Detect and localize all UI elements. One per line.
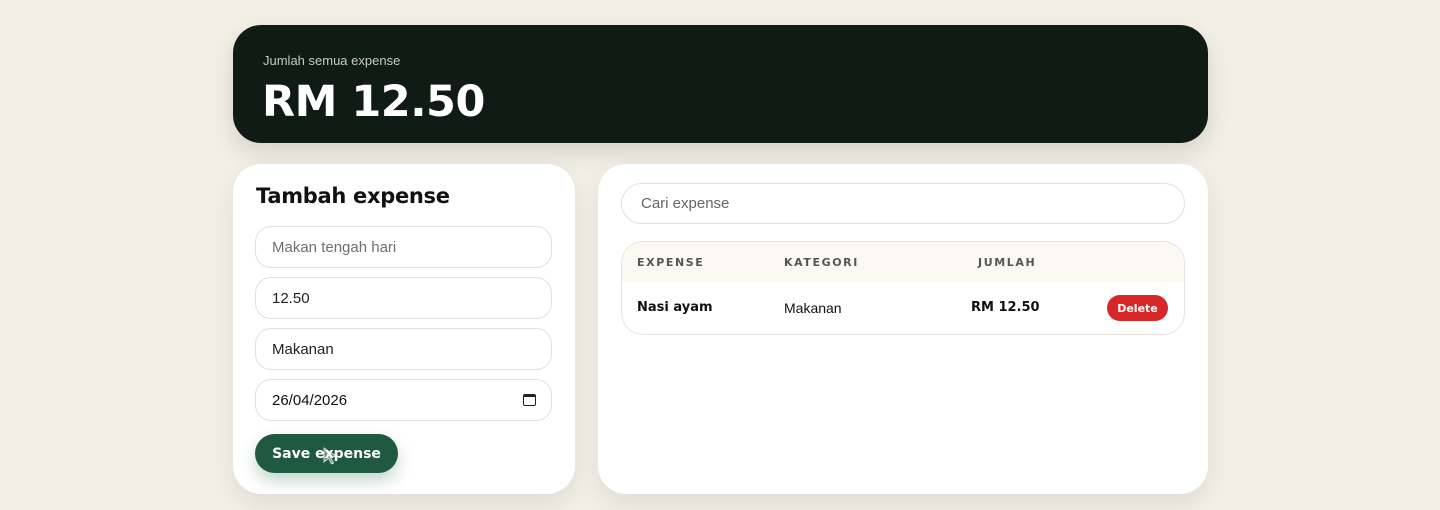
- column-header-kategori: KATEGORI: [784, 256, 859, 269]
- column-header-jumlah: JUMLAH: [978, 256, 1037, 269]
- column-header-expense: EXPENSE: [637, 256, 705, 269]
- total-amount: RM 12.50: [262, 77, 485, 127]
- expense-category-input[interactable]: [255, 328, 552, 370]
- table-header: EXPENSE KATEGORI JUMLAH: [622, 242, 1184, 282]
- expense-amount-input[interactable]: [255, 277, 552, 319]
- expense-name-cell: Nasi ayam: [637, 300, 713, 315]
- expense-date-input[interactable]: 26/04/2026: [255, 379, 552, 421]
- add-expense-card: Tambah expense 26/04/2026 Save expense: [233, 164, 575, 494]
- calendar-icon[interactable]: [523, 394, 536, 406]
- form-title: Tambah expense: [256, 184, 450, 208]
- total-label: Jumlah semua expense: [263, 53, 401, 68]
- expense-list-card: EXPENSE KATEGORI JUMLAH Nasi ayam Makana…: [598, 164, 1208, 494]
- expense-amount-cell: RM 12.50: [971, 300, 1040, 315]
- search-input[interactable]: [621, 183, 1185, 224]
- save-expense-button[interactable]: Save expense: [255, 434, 398, 473]
- date-value: 26/04/2026: [272, 391, 348, 409]
- expense-category-cell: Makanan: [784, 300, 842, 316]
- table-row: Nasi ayam Makanan RM 12.50 Delete: [622, 282, 1184, 334]
- delete-expense-button[interactable]: Delete: [1107, 295, 1168, 321]
- expense-name-input[interactable]: [255, 226, 552, 268]
- total-summary-card: Jumlah semua expense RM 12.50: [233, 25, 1208, 143]
- expense-table: EXPENSE KATEGORI JUMLAH Nasi ayam Makana…: [621, 241, 1185, 335]
